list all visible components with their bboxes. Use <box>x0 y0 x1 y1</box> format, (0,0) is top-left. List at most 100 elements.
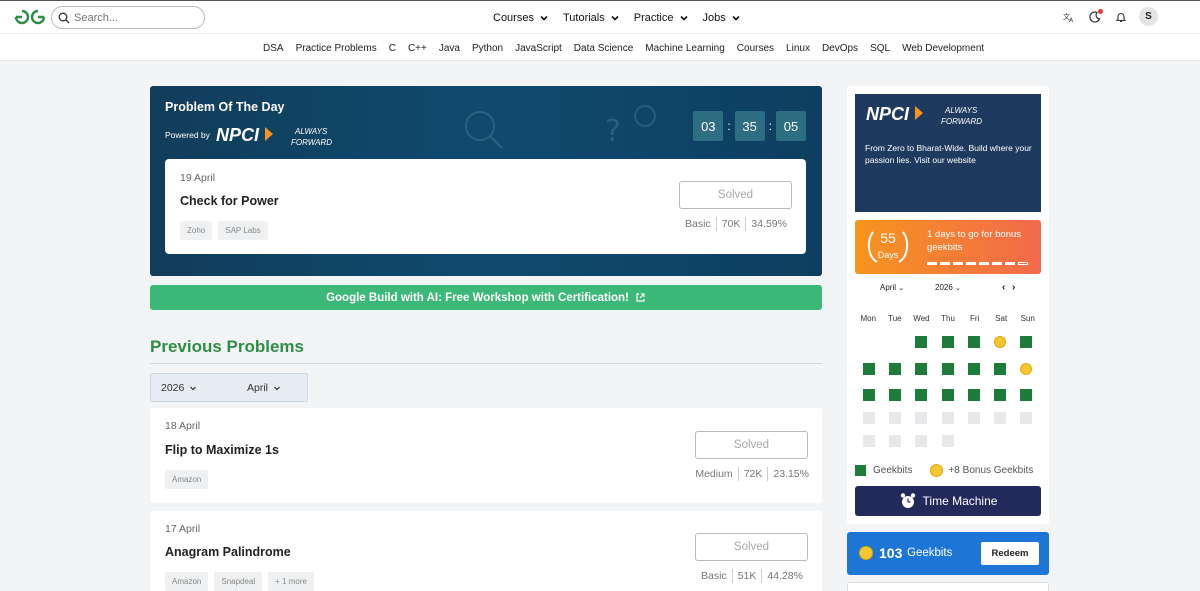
calendar-day-solved[interactable] <box>968 389 980 401</box>
calendar-day-empty[interactable] <box>863 435 875 447</box>
calendar-day-solved[interactable] <box>968 363 980 375</box>
timer-hours: 03 <box>693 111 724 141</box>
ad-text: From Zero to Bharat-Wide. Build where yo… <box>865 143 1032 165</box>
topic-link[interactable]: Practice Problems <box>296 43 377 54</box>
streak-sidebar: NPCI ALWAYS FORWARD From Zero to Bharat-… <box>847 86 1049 524</box>
submissions: 70K <box>721 218 741 230</box>
topic-link[interactable]: C++ <box>408 43 427 54</box>
month-value: April <box>247 381 269 394</box>
topic-link[interactable]: JavaScript <box>515 43 562 54</box>
difficulty: Basic <box>701 570 727 582</box>
nav-practice[interactable]: Practice <box>634 12 689 24</box>
npci-ad-banner[interactable]: NPCI ALWAYS FORWARD From Zero to Bharat-… <box>855 94 1041 212</box>
topic-link[interactable]: Linux <box>786 43 810 54</box>
calendar-day-bonus[interactable] <box>994 336 1006 348</box>
calendar-next-icon[interactable]: › <box>1012 282 1015 293</box>
problem-card[interactable]: 18 April Flip to Maximize 1s Amazon Solv… <box>150 408 822 503</box>
calendar-day-solved[interactable] <box>1020 389 1032 401</box>
nav-jobs[interactable]: Jobs <box>703 12 741 24</box>
calendar-day-solved[interactable] <box>942 363 954 375</box>
problem-title[interactable]: Check for Power <box>180 194 279 208</box>
npci-logo-text: NPCI <box>216 125 260 145</box>
calendar-day-empty[interactable] <box>1020 412 1032 424</box>
submissions: 72K <box>743 468 763 480</box>
previous-problems-title: Previous Problems <box>150 337 305 356</box>
calendar-day-solved[interactable] <box>994 363 1006 375</box>
calendar-day-solved[interactable] <box>942 389 954 401</box>
time-machine-button[interactable]: Time Machine <box>855 486 1041 516</box>
workshop-banner[interactable]: Google Build with AI: Free Workshop with… <box>150 285 822 310</box>
calendar-day-empty[interactable] <box>942 435 954 447</box>
calendar-month[interactable]: April ⌄ <box>880 283 904 292</box>
calendar-day-solved[interactable] <box>863 363 875 375</box>
calendar-day-empty[interactable] <box>889 435 901 447</box>
solved-button[interactable]: Solved <box>695 533 808 561</box>
calendar-day-solved[interactable] <box>994 389 1006 401</box>
main-nav: Courses Tutorials Practice Jobs <box>493 1 741 34</box>
calendar-day-empty[interactable] <box>915 435 927 447</box>
problem-title[interactable]: Anagram Palindrome <box>165 545 291 559</box>
avatar[interactable]: S <box>1139 7 1158 26</box>
translate-icon[interactable]: 文A <box>1061 9 1077 25</box>
bell-icon[interactable] <box>1113 9 1129 25</box>
search-input[interactable] <box>74 11 194 24</box>
dark-mode-icon[interactable] <box>1087 8 1103 25</box>
topic-link[interactable]: Web Development <box>902 43 984 54</box>
topic-link[interactable]: SQL <box>870 43 890 54</box>
topic-link[interactable]: Data Science <box>574 43 633 54</box>
calendar-year[interactable]: 2026 ⌄ <box>935 283 961 292</box>
company-tag[interactable]: Amazon <box>165 470 209 489</box>
problem-title[interactable]: Flip to Maximize 1s <box>165 443 279 457</box>
topic-link[interactable]: DevOps <box>822 43 858 54</box>
calendar-day-empty[interactable] <box>968 412 980 424</box>
search-box[interactable] <box>51 6 205 29</box>
nav-label: Jobs <box>702 11 726 24</box>
next-widget <box>847 582 1049 591</box>
topic-link[interactable]: Java <box>439 43 460 54</box>
solved-button[interactable]: Solved <box>695 431 808 459</box>
calendar-day-solved[interactable] <box>942 336 954 348</box>
calendar-day-empty[interactable] <box>942 412 954 424</box>
chevron-down-icon <box>611 15 619 21</box>
problem-card[interactable]: 17 April Anagram Palindrome Amazon Snapd… <box>150 511 822 591</box>
redeem-button[interactable]: Redeem <box>981 542 1039 565</box>
calendar-day-solved[interactable] <box>889 389 901 401</box>
company-tag[interactable]: SAP Labs <box>218 221 268 240</box>
company-tag[interactable]: Snapdeal <box>214 572 263 591</box>
calendar-day-bonus[interactable] <box>1020 363 1032 375</box>
topic-link[interactable]: DSA <box>263 43 284 54</box>
calendar-day-empty[interactable] <box>863 412 875 424</box>
calendar-day-solved[interactable] <box>915 336 927 348</box>
calendar-day-solved[interactable] <box>915 389 927 401</box>
calendar-day-solved[interactable] <box>915 363 927 375</box>
topic-link[interactable]: C <box>389 43 396 54</box>
geekbits-legend-label: Geekbits <box>873 465 913 476</box>
potd-problem-card[interactable]: 19 April Check for Power Zoho SAP Labs S… <box>165 159 806 254</box>
difficulty: Basic <box>685 218 711 230</box>
more-tags[interactable]: + 1 more <box>268 572 314 591</box>
nav-courses[interactable]: Courses <box>493 12 549 24</box>
solved-button[interactable]: Solved <box>679 181 792 209</box>
calendar-day-empty[interactable] <box>994 412 1006 424</box>
topic-link[interactable]: Python <box>472 43 503 54</box>
coin-icon <box>930 464 944 477</box>
calendar-day-solved[interactable] <box>863 389 875 401</box>
calendar-day-empty[interactable] <box>915 412 927 424</box>
problem-date: 18 April <box>165 420 201 432</box>
streak-message: 1 days to go for bonus geekbits <box>927 229 1022 253</box>
year-select[interactable]: 2026 <box>161 382 197 394</box>
company-tag[interactable]: Amazon <box>165 572 209 591</box>
calendar-day-solved[interactable] <box>1020 336 1032 348</box>
calendar-day-solved[interactable] <box>968 336 980 348</box>
topic-link[interactable]: Machine Learning <box>645 43 725 54</box>
nav-tutorials[interactable]: Tutorials <box>563 12 620 24</box>
calendar-day-empty[interactable] <box>889 412 901 424</box>
calendar-day-solved[interactable] <box>889 363 901 375</box>
gfg-logo-icon[interactable] <box>14 8 46 26</box>
calendar-prev-icon[interactable]: ‹ <box>1002 282 1005 293</box>
streak-days-label: Days <box>877 250 899 260</box>
month-select[interactable]: April <box>247 382 281 394</box>
topic-link[interactable]: Courses <box>737 43 774 54</box>
geekbits-count: 103 <box>879 545 903 561</box>
company-tag[interactable]: Zoho <box>180 221 213 240</box>
